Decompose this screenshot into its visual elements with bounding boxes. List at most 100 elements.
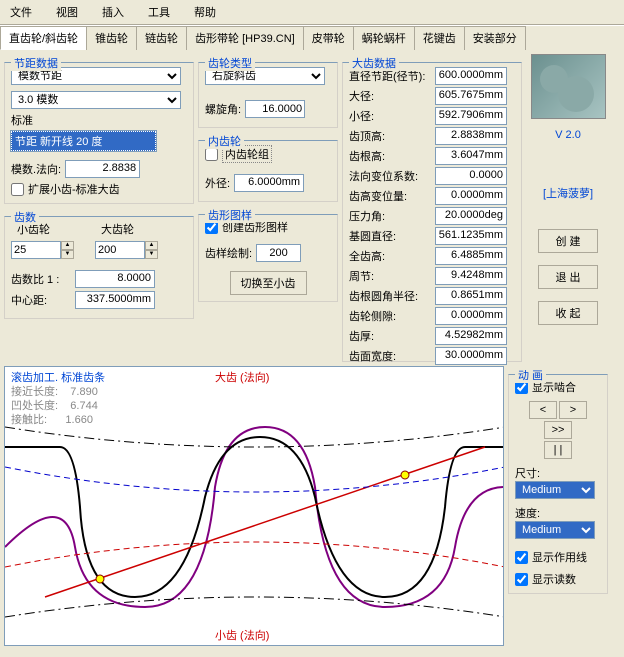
tab-bar: 直齿轮/斜齿轮 锥齿轮 链齿轮 齿形带轮 [HP39.CN] 皮带轮 蜗轮蜗杆 … — [0, 25, 624, 50]
tab-spline[interactable]: 花键齿 — [414, 26, 465, 50]
draw-teeth-label: 齿样绘制: — [205, 245, 252, 261]
big-data-value: 561.1235mm — [435, 227, 507, 245]
show-readout-checkbox[interactable] — [515, 573, 528, 586]
size-select[interactable]: Medium — [515, 481, 595, 499]
center-dist-value: 337.5000mm — [75, 291, 155, 309]
tab-pulley[interactable]: 皮带轮 — [303, 26, 354, 50]
big-data-value: 9.4248mm — [435, 267, 507, 285]
module-select[interactable]: 3.0 模数 — [11, 91, 181, 109]
tab-worm[interactable]: 蜗轮蜗杆 — [353, 26, 415, 50]
size-label: 尺寸: — [515, 468, 540, 480]
gear-preview-image — [531, 54, 606, 119]
group-gear-type: 齿轮类型 右旋斜齿 螺旋角: — [198, 62, 338, 128]
helix-angle-input[interactable] — [245, 100, 305, 118]
extend-label: 扩展小齿-标准大齿 — [28, 181, 120, 197]
menu-view[interactable]: 视图 — [50, 2, 84, 22]
big-data-value: 592.7906mm — [435, 107, 507, 125]
big-data-value: 6.4885mm — [435, 247, 507, 265]
show-action-line-label: 显示作用线 — [532, 549, 587, 565]
big-data-value: 20.0000deg — [435, 207, 507, 225]
tab-spur-helical[interactable]: 直齿轮/斜齿轮 — [0, 26, 87, 50]
big-data-label: 齿厚: — [349, 328, 435, 344]
big-data-label: 齿高变位量: — [349, 188, 435, 204]
menu-help[interactable]: 帮助 — [188, 2, 222, 22]
step-back-button[interactable]: < — [529, 401, 557, 419]
anim-title: 动 画 — [515, 367, 546, 383]
draw-teeth-input[interactable] — [256, 244, 301, 262]
speed-label: 速度: — [515, 508, 540, 520]
outer-dia-label: 外径: — [205, 175, 230, 191]
big-data-value: 4.52982mm — [435, 327, 507, 345]
standard-select[interactable]: 节距 新开线 20 度 — [11, 131, 156, 151]
switch-to-small-button[interactable]: 切换至小齿 — [230, 271, 307, 295]
big-data-value: 0.0000mm — [435, 187, 507, 205]
big-data-label: 小径: — [349, 108, 435, 124]
big-data-value: 0.0000mm — [435, 307, 507, 325]
big-data-label: 全齿高: — [349, 248, 435, 264]
tab-bevel[interactable]: 锥齿轮 — [86, 26, 137, 50]
menu-insert[interactable]: 插入 — [96, 2, 130, 22]
center-dist-label: 中心距: — [11, 292, 71, 308]
step-fwd-button[interactable]: > — [559, 401, 587, 419]
group-teeth: 齿数 小齿轮 ▲▼ 大齿轮 ▲▼ 齿数比 1 : 8.0000 中心距: 337… — [4, 216, 194, 319]
big-data-label: 齿根圆角半径: — [349, 288, 435, 304]
tab-timing[interactable]: 齿形带轮 [HP39.CN] — [186, 26, 304, 50]
extend-small-checkbox[interactable] — [11, 183, 24, 196]
group-internal: 内齿轮 内齿轮组 外径: 6.0000mm — [198, 140, 338, 202]
big-data-value: 2.8838mm — [435, 127, 507, 145]
tooth-profile-canvas: 滚齿加工. 标准齿条 接近长度: 7.890 凹处长度: 6.744 接触比: … — [4, 366, 504, 646]
big-gear-normal-label: 大齿 (法向) — [215, 369, 269, 385]
standard-label: 标准 — [11, 112, 33, 128]
big-data-label: 齿根高: — [349, 148, 435, 164]
big-gear-data-title: 大齿数据 — [349, 55, 399, 71]
big-data-value: 3.6047mm — [435, 147, 507, 165]
group-big-gear-data: 大齿数据 直径节距(径节):600.0000mm大径:605.7675mm小径:… — [342, 62, 522, 362]
small-gear-normal-label: 小齿 (法向) — [215, 627, 269, 643]
outer-dia-value: 6.0000mm — [234, 174, 304, 192]
module-normal-label: 模数.法向: — [11, 161, 61, 177]
pause-button[interactable]: | | — [544, 441, 572, 459]
big-data-value: 0.0000 — [435, 167, 507, 185]
ratio-value: 8.0000 — [75, 270, 155, 288]
big-data-label: 大径: — [349, 88, 435, 104]
ratio-label: 齿数比 1 : — [11, 271, 71, 287]
group-pattern: 齿形图样 创建齿形图样 齿样绘制: 切换至小齿 — [198, 214, 338, 302]
internal-title: 内齿轮 — [205, 133, 244, 149]
tab-sprocket[interactable]: 链齿轮 — [136, 26, 187, 50]
collapse-button[interactable]: 收 起 — [538, 301, 598, 325]
small-teeth-spinner[interactable]: ▲▼ — [61, 241, 74, 259]
big-gear-label: 大齿轮 — [101, 221, 175, 237]
menu-file[interactable]: 文件 — [4, 2, 38, 22]
big-data-value: 600.0000mm — [435, 67, 507, 85]
big-teeth-input[interactable] — [95, 241, 145, 259]
version-label: V 2.0 — [555, 129, 581, 141]
big-data-label: 齿轮侧隙: — [349, 308, 435, 324]
chart-info: 滚齿加工. 标准齿条 接近长度: 7.890 凹处长度: 6.744 接触比: … — [11, 371, 105, 427]
play-button[interactable]: >> — [544, 421, 572, 439]
group-animation: 动 画 显示啮合 < > >> | | 尺寸: Medium 速度: Mediu… — [508, 374, 608, 594]
big-data-label: 法向变位系数: — [349, 168, 435, 184]
create-button[interactable]: 创 建 — [538, 229, 598, 253]
big-data-label: 齿顶高: — [349, 128, 435, 144]
helix-label: 螺旋角: — [205, 101, 241, 117]
teeth-title: 齿数 — [11, 209, 39, 225]
exit-button[interactable]: 退 出 — [538, 265, 598, 289]
big-data-value: 605.7675mm — [435, 87, 507, 105]
menu-tools[interactable]: 工具 — [142, 2, 176, 22]
menu-bar: 文件 视图 插入 工具 帮助 — [0, 0, 624, 25]
gear-type-title: 齿轮类型 — [205, 55, 255, 71]
tab-assembly[interactable]: 安装部分 — [464, 26, 526, 50]
big-data-value: 30.0000mm — [435, 347, 507, 365]
internal-set-checkbox[interactable] — [205, 148, 218, 161]
small-teeth-input[interactable] — [11, 241, 61, 259]
big-data-label: 齿面宽度: — [349, 348, 435, 364]
big-data-label: 压力角: — [349, 208, 435, 224]
big-data-label: 周节: — [349, 268, 435, 284]
show-readout-label: 显示读数 — [532, 571, 576, 587]
module-normal-value: 2.8838 — [65, 160, 140, 178]
big-teeth-spinner[interactable]: ▲▼ — [145, 241, 158, 259]
big-data-value: 0.8651mm — [435, 287, 507, 305]
show-action-line-checkbox[interactable] — [515, 551, 528, 564]
pattern-title: 齿形图样 — [205, 207, 255, 223]
speed-select[interactable]: Medium — [515, 521, 595, 539]
